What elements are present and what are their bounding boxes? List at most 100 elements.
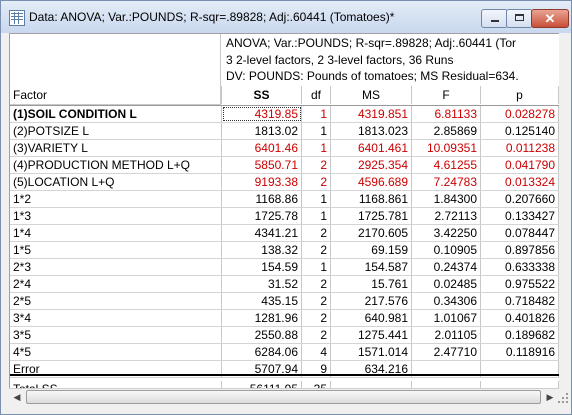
- cell-f[interactable]: 0.34306: [412, 293, 481, 309]
- table-row[interactable]: 1*3 1725.78 1 1725.781 2.72113 0.133427: [10, 208, 559, 225]
- cell-ss[interactable]: 1725.78: [222, 208, 302, 224]
- cell-f[interactable]: 6.81133: [412, 106, 481, 122]
- table-row[interactable]: (5)LOCATION L+Q 9193.38 2 4596.689 7.24783 0.…: [10, 174, 559, 191]
- table-row[interactable]: 2*4 31.52 2 15.761 0.02485 0.975522: [10, 276, 559, 293]
- cell-ms[interactable]: 154.587: [331, 259, 412, 275]
- close-button[interactable]: ✕: [531, 9, 569, 28]
- cell-factor[interactable]: 3*5: [10, 327, 222, 343]
- table-row[interactable]: 1*5 138.32 2 69.159 0.10905 0.897856: [10, 242, 559, 259]
- cell-p[interactable]: 0.011238: [481, 140, 559, 156]
- cell-f[interactable]: 0.02485: [412, 276, 481, 292]
- cell-df[interactable]: 4: [302, 344, 331, 360]
- cell-ms[interactable]: 1275.441: [331, 327, 412, 343]
- cell-factor[interactable]: 1*3: [10, 208, 222, 224]
- cell-df[interactable]: 2: [302, 276, 331, 292]
- cell-f[interactable]: 1.84300: [412, 191, 481, 207]
- cell-ss[interactable]: 1168.86: [222, 191, 302, 207]
- minimize-button[interactable]: [481, 9, 508, 28]
- cell-factor[interactable]: (3)VARIETY L: [10, 140, 222, 156]
- cell-df[interactable]: 1: [302, 140, 331, 156]
- scroll-left-icon[interactable]: ◀: [9, 389, 25, 406]
- cell-p[interactable]: 0.133427: [481, 208, 559, 224]
- cell-p[interactable]: 0.125140: [481, 123, 559, 139]
- horizontal-scrollbar[interactable]: ◀ ▶: [9, 388, 558, 406]
- cell-factor[interactable]: 4*5: [10, 344, 222, 360]
- cell-factor[interactable]: 2*4: [10, 276, 222, 292]
- cell-df[interactable]: 1: [302, 106, 331, 122]
- cell-df[interactable]: 1: [302, 208, 331, 224]
- cell-ss[interactable]: 9193.38: [222, 174, 302, 190]
- cell-factor[interactable]: 2*3: [10, 259, 222, 275]
- cell-factor[interactable]: 2*5: [10, 293, 222, 309]
- cell-factor[interactable]: 1*2: [10, 191, 222, 207]
- cell-ms[interactable]: 2925.354: [331, 157, 412, 173]
- cell-ss[interactable]: 4341.21: [222, 225, 302, 241]
- cell-f[interactable]: 7.24783: [412, 174, 481, 190]
- cell-ss[interactable]: 435.15: [222, 293, 302, 309]
- cell-f[interactable]: 1.01067: [412, 310, 481, 326]
- cell-ms[interactable]: 4596.689: [331, 174, 412, 190]
- cell-f[interactable]: 4.61255: [412, 157, 481, 173]
- cell-f[interactable]: 0.10905: [412, 242, 481, 258]
- table-row[interactable]: 1*4 4341.21 2 2170.605 3.42250 0.078447: [10, 225, 559, 242]
- table-row[interactable]: 3*4 1281.96 2 640.981 1.01067 0.401826: [10, 310, 559, 327]
- cell-ms[interactable]: 1571.014: [331, 344, 412, 360]
- cell-p[interactable]: 0.897856: [481, 242, 559, 258]
- table-row[interactable]: 3*5 2550.88 2 1275.441 2.01105 0.189682: [10, 327, 559, 344]
- cell-df[interactable]: 2: [302, 242, 331, 258]
- cell-p[interactable]: 0.189682: [481, 327, 559, 343]
- results-grid[interactable]: ANOVA; Var.:POUNDS; R-sqr=.89828; Adj:.6…: [9, 33, 559, 389]
- column-header-df[interactable]: df: [302, 86, 331, 104]
- cell-p[interactable]: 0.207660: [481, 191, 559, 207]
- cell-df[interactable]: 1: [302, 191, 331, 207]
- cell-f[interactable]: 10.09351: [412, 140, 481, 156]
- cell-df[interactable]: 1: [302, 123, 331, 139]
- cell-df[interactable]: 2: [302, 310, 331, 326]
- cell-p[interactable]: 0.718482: [481, 293, 559, 309]
- cell-p[interactable]: 0.118916: [481, 344, 559, 360]
- table-row[interactable]: 4*5 6284.06 4 1571.014 2.47710 0.118916: [10, 344, 559, 361]
- cell-df[interactable]: 2: [302, 327, 331, 343]
- cell-factor[interactable]: (2)POTSIZE L: [10, 123, 222, 139]
- cell-ms[interactable]: 6401.461: [331, 140, 412, 156]
- cell-factor[interactable]: (1)SOIL CONDITION L: [10, 106, 222, 122]
- title-bar[interactable]: Data: ANOVA; Var.:POUNDS; R-sqr=.89828; …: [1, 1, 571, 33]
- maximize-button[interactable]: [506, 9, 533, 28]
- column-header-factor[interactable]: Factor: [10, 86, 222, 104]
- cell-p[interactable]: 0.401826: [481, 310, 559, 326]
- cell-factor[interactable]: 1*5: [10, 242, 222, 258]
- cell-ss[interactable]: 6401.46: [222, 140, 302, 156]
- cell-ms[interactable]: 640.981: [331, 310, 412, 326]
- cell-p[interactable]: 0.041790: [481, 157, 559, 173]
- cell-f[interactable]: 2.01105: [412, 327, 481, 343]
- table-row[interactable]: 2*3 154.59 1 154.587 0.24374 0.633338: [10, 259, 559, 276]
- cell-p[interactable]: 0.028278: [481, 106, 559, 122]
- cell-ms[interactable]: 15.761: [331, 276, 412, 292]
- cell-ss[interactable]: 4319.85: [222, 106, 302, 122]
- column-header-p[interactable]: p: [481, 86, 559, 104]
- cell-ss[interactable]: 154.59: [222, 259, 302, 275]
- table-row[interactable]: (4)PRODUCTION METHOD L+Q 5850.71 2 2925.354…: [10, 157, 559, 174]
- cell-ss[interactable]: 5850.71: [222, 157, 302, 173]
- cell-ms[interactable]: 4319.851: [331, 106, 412, 122]
- cell-df[interactable]: 2: [302, 174, 331, 190]
- table-row[interactable]: 2*5 435.15 2 217.576 0.34306 0.718482: [10, 293, 559, 310]
- column-header-f[interactable]: F: [412, 86, 481, 104]
- column-header-ss[interactable]: SS: [222, 86, 302, 104]
- cell-f[interactable]: 2.72113: [412, 208, 481, 224]
- cell-ss[interactable]: 1813.02: [222, 123, 302, 139]
- table-row[interactable]: 1*2 1168.86 1 1168.861 1.84300 0.207660: [10, 191, 559, 208]
- cell-ms[interactable]: 1813.023: [331, 123, 412, 139]
- table-row[interactable]: (2)POTSIZE L 1813.02 1 1813.023 2.85869 0.125…: [10, 123, 559, 140]
- cell-p[interactable]: 0.078447: [481, 225, 559, 241]
- scrollbar-thumb[interactable]: [26, 390, 541, 404]
- cell-p[interactable]: 0.013324: [481, 174, 559, 190]
- cell-ms[interactable]: 2170.605: [331, 225, 412, 241]
- cell-f[interactable]: 2.47710: [412, 344, 481, 360]
- cell-f[interactable]: 0.24374: [412, 259, 481, 275]
- cell-ss[interactable]: 1281.96: [222, 310, 302, 326]
- cell-factor[interactable]: 1*4: [10, 225, 222, 241]
- cell-ss[interactable]: 2550.88: [222, 327, 302, 343]
- cell-df[interactable]: 1: [302, 259, 331, 275]
- cell-ss[interactable]: 138.32: [222, 242, 302, 258]
